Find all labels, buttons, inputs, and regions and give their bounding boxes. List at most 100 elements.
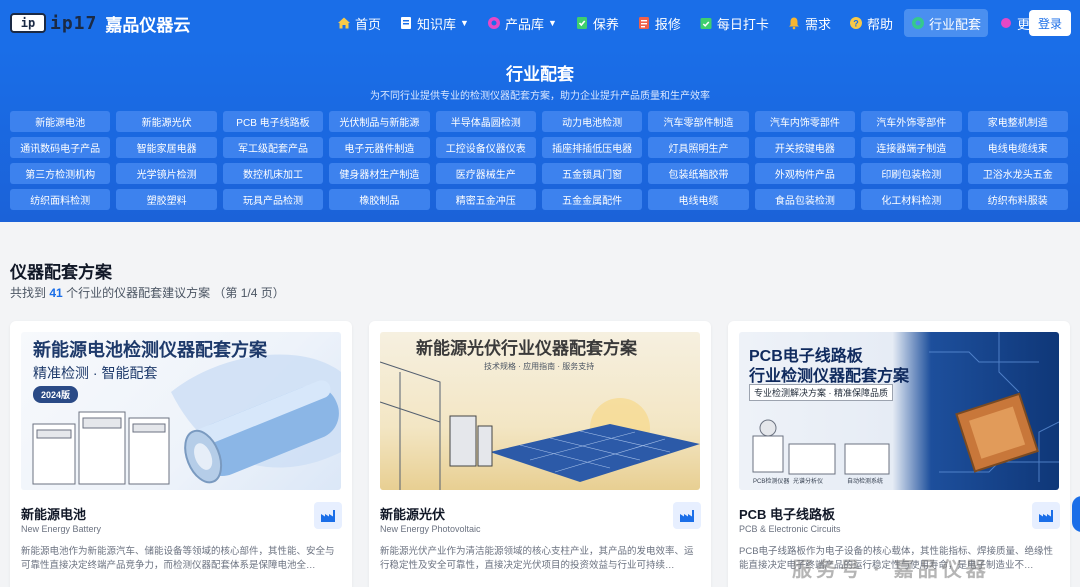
- industry-tag[interactable]: 汽车零部件制造: [648, 111, 749, 132]
- card-title[interactable]: 新能源光伏: [380, 504, 445, 523]
- industry-tag[interactable]: 第三方检测机构: [10, 163, 111, 184]
- shield-check-icon: [575, 16, 589, 30]
- industry-tag[interactable]: 动力电池检测: [541, 111, 643, 132]
- login-button[interactable]: 登录: [1029, 10, 1071, 36]
- industry-tag[interactable]: 塑胶塑料: [116, 189, 217, 210]
- industry-tag[interactable]: 医疗器械生产: [435, 163, 536, 184]
- industry-tag[interactable]: 电子元器件制造: [329, 137, 430, 158]
- nav-maintenance[interactable]: 保养: [568, 9, 626, 37]
- industry-tag[interactable]: 汽车外饰零部件: [861, 111, 962, 132]
- cover-label: 自动检测系统: [847, 479, 884, 485]
- industry-tag[interactable]: 通讯数码电子产品: [10, 137, 111, 158]
- industry-tag[interactable]: 包装纸箱胶带: [648, 163, 749, 184]
- calendar-check-icon: [699, 16, 713, 30]
- cover-label: 光谱分析仪: [793, 479, 824, 485]
- industry-tag[interactable]: 五金金属配件: [541, 189, 643, 210]
- site-logo[interactable]: ip ip17 嘉品仪器云: [10, 0, 190, 46]
- industry-tag[interactable]: 食品包装检测: [754, 189, 856, 210]
- industry-tag[interactable]: 五金锁具门窗: [541, 163, 643, 184]
- chevron-down-icon: ▼: [460, 18, 469, 28]
- industry-tag[interactable]: 纺织布料服装: [967, 189, 1068, 210]
- hero-subtitle: 为不同行业提供专业的检测仪器配套方案，助力企业提升产品质量和生产效率: [370, 91, 710, 102]
- watermark: 服务号 · 嘉品仪器: [792, 559, 990, 581]
- industry-tag[interactable]: 数控机床加工: [222, 163, 324, 184]
- industry-tag[interactable]: 灯具照明生产: [648, 137, 749, 158]
- nav-label: 帮助: [866, 16, 893, 32]
- industry-tag[interactable]: PCB 电子线路板: [222, 111, 324, 132]
- industry-tag[interactable]: 电线电缆线束: [967, 137, 1068, 158]
- nav-daily-checkin[interactable]: 每日打卡: [692, 9, 776, 37]
- repair-icon: [637, 16, 651, 30]
- count-number: 41: [49, 286, 63, 300]
- factory-icon[interactable]: [1032, 502, 1060, 529]
- solution-card-battery[interactable]: 新能源电池检测仪器配套方案 精准检测 · 智能配套 2024版 新能源电池 Ne…: [10, 321, 352, 587]
- logo-text: ip17: [50, 12, 98, 34]
- industry-tag[interactable]: 精密五金冲压: [435, 189, 536, 210]
- chevron-down-icon: ▼: [547, 18, 557, 28]
- nav-label: 知识库: [417, 16, 457, 32]
- cover-label: PCB检测仪器: [753, 479, 790, 485]
- card-english-name: New Energy Battery: [21, 524, 102, 534]
- cover-title: 新能源光伏行业仪器配套方案: [416, 339, 637, 358]
- industry-tag[interactable]: 光学镜片检测: [116, 163, 217, 184]
- industry-tag[interactable]: 健身器材生产制造: [329, 163, 430, 184]
- top-navbar: ip ip17 嘉品仪器云 首页 知识库 ▼ 产品库 ▼ 保养 报修 每日打卡: [0, 0, 1080, 46]
- industry-icon: [911, 16, 925, 30]
- card-title[interactable]: PCB 电子线路板: [739, 504, 835, 523]
- svg-text:?: ?: [853, 19, 859, 29]
- main-nav: 首页 知识库 ▼ 产品库 ▼ 保养 报修 每日打卡 需求 ? 帮助 行业配套: [330, 0, 1067, 46]
- industry-tag[interactable]: 智能家居电器: [116, 137, 217, 158]
- industry-tag[interactable]: 橡胶制品: [329, 189, 430, 210]
- industry-tag[interactable]: 新能源光伏: [116, 111, 217, 132]
- industry-tag[interactable]: 开关按键电器: [754, 137, 856, 158]
- industry-tag[interactable]: 家电整机制造: [967, 111, 1068, 132]
- industry-tag[interactable]: 电线电缆: [648, 189, 749, 210]
- nav-label: 每日打卡: [716, 16, 769, 32]
- logo-mark-icon: ip: [10, 13, 46, 33]
- help-icon: ?: [849, 16, 863, 30]
- industry-tag[interactable]: 光伏制品与新能源: [329, 111, 430, 132]
- site-name: 嘉品仪器云: [105, 15, 191, 35]
- card-title[interactable]: 新能源电池: [21, 504, 86, 523]
- nav-industry[interactable]: 行业配套: [903, 9, 988, 37]
- industry-tag[interactable]: 纺织面料检测: [10, 189, 111, 210]
- industry-tag[interactable]: 化工材料检测: [861, 189, 962, 210]
- more-icon: [999, 16, 1013, 30]
- industry-hero: 行业配套 为不同行业提供专业的检测仪器配套方案，助力企业提升产品质量和生产效率 …: [0, 46, 1080, 222]
- nav-label: 产品库: [504, 16, 544, 32]
- nav-label: 报修: [654, 16, 681, 32]
- industry-tag[interactable]: 玩具产品检测: [222, 189, 324, 210]
- cover-subtitle: 精准检测 · 智能配套: [33, 365, 158, 381]
- industry-tag[interactable]: 连接器端子制造: [861, 137, 962, 158]
- factory-icon[interactable]: [314, 502, 342, 529]
- card-cover-image: 新能源光伏行业仪器配套方案 技术规格 · 应用指南 · 服务支持: [380, 332, 700, 490]
- cover-subtitle: 专业检测解决方案 · 精准保障品质: [749, 384, 893, 401]
- industry-tag[interactable]: 插座排插低压电器: [541, 137, 643, 158]
- floating-side-button[interactable]: [1072, 496, 1080, 532]
- industry-tag[interactable]: 半导体晶圆检测: [435, 111, 536, 132]
- nav-help[interactable]: ? 帮助: [842, 9, 900, 37]
- nav-knowledge[interactable]: 知识库 ▼: [392, 9, 476, 37]
- industry-tag-grid: 新能源电池 新能源光伏 PCB 电子线路板 光伏制品与新能源 半导体晶圆检测 动力电池检测…: [10, 111, 1074, 210]
- industry-tag[interactable]: 卫浴水龙头五金: [967, 163, 1068, 184]
- nav-repair[interactable]: 报修: [630, 9, 688, 37]
- nav-products[interactable]: 产品库 ▼: [480, 9, 564, 37]
- industry-tag[interactable]: 印刷包装检测: [861, 163, 962, 184]
- card-cover-image: 新能源电池检测仪器配套方案 精准检测 · 智能配套 2024版: [21, 332, 341, 490]
- cover-title: 新能源电池检测仪器配套方案: [33, 340, 267, 360]
- industry-tag[interactable]: 外观构件产品: [754, 163, 856, 184]
- solution-card-pcb[interactable]: PCB电子线路板 行业检测仪器配套方案 专业检测解决方案 · 精准保障品质 PC…: [728, 321, 1070, 587]
- factory-icon[interactable]: [673, 502, 701, 529]
- card-english-name: PCB & Electronic Circuits: [739, 524, 841, 534]
- nav-home[interactable]: 首页: [330, 9, 388, 37]
- industry-tag[interactable]: 汽车内饰零部件: [754, 111, 856, 132]
- industry-tag[interactable]: 新能源电池: [10, 111, 111, 132]
- card-description: 新能源光伏产业作为清洁能源领域的核心支柱产业，其产品的发电效率、运行稳定性及安全…: [380, 546, 694, 571]
- nav-demand[interactable]: 需求: [780, 9, 838, 37]
- home-icon: [337, 16, 351, 30]
- cover-title-line2: 行业检测仪器配套方案: [749, 368, 910, 385]
- solution-card-photovoltaic[interactable]: 新能源光伏行业仪器配套方案 技术规格 · 应用指南 · 服务支持 新能源光伏 N…: [369, 321, 711, 587]
- industry-tag[interactable]: 工控设备仪器仪表: [435, 137, 536, 158]
- industry-tag[interactable]: 军工级配套产品: [222, 137, 324, 158]
- cover-subtitle: 技术规格 · 应用指南 · 服务支持: [484, 362, 595, 371]
